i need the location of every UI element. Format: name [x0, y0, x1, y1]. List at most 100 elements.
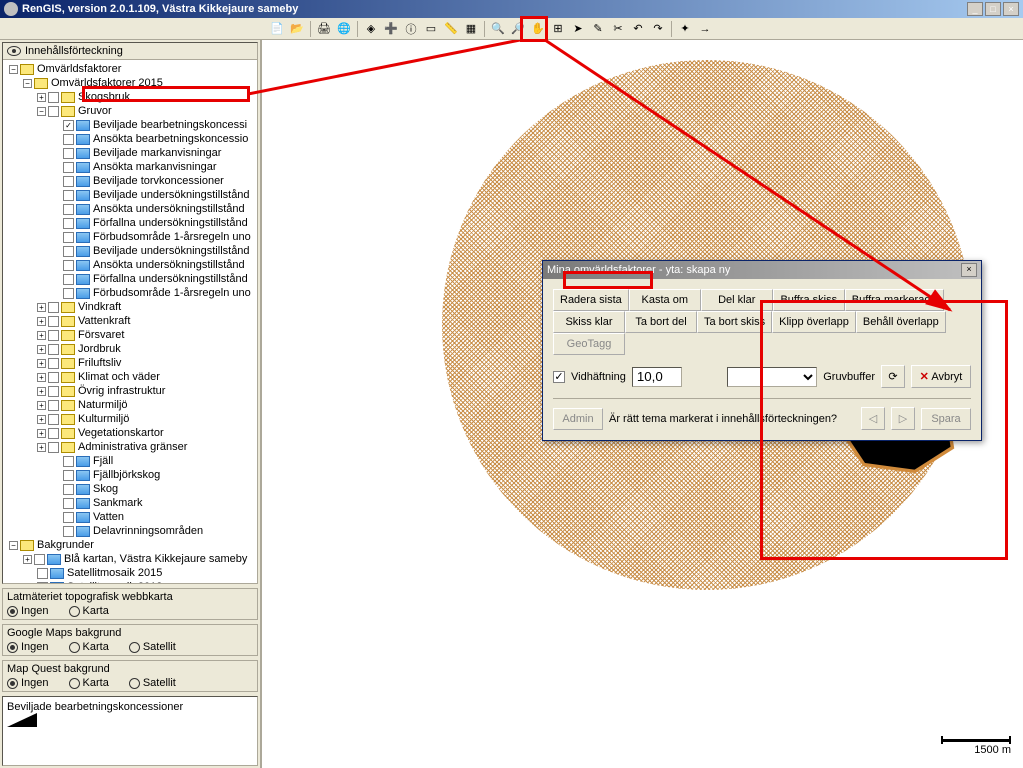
tree-label[interactable]: Delavrinningsområden	[93, 525, 203, 537]
tree-label[interactable]: Naturmiljö	[78, 399, 128, 411]
admin-button[interactable]: Admin	[553, 408, 603, 430]
avbryt-button[interactable]: ✕ Avbryt	[911, 365, 971, 388]
tool-draw-icon[interactable]: ✎	[589, 20, 607, 38]
tree-label[interactable]: Vattenkraft	[78, 315, 130, 327]
tool-measure-icon[interactable]: 📏	[442, 20, 460, 38]
expand-icon[interactable]: +	[37, 401, 46, 410]
tool-open-icon[interactable]: 📂	[288, 20, 306, 38]
tool-layer-icon[interactable]: ◈	[362, 20, 380, 38]
layer-tree[interactable]: −Omvärldsfaktorer −Omvärldsfaktorer 2015…	[3, 60, 257, 584]
tree-label[interactable]: Skog	[93, 483, 118, 495]
tree-label[interactable]: Beviljade bearbetningskoncessi	[93, 119, 247, 131]
tree-label[interactable]: Satellitmosaik 2015	[67, 567, 162, 579]
geotagg-button[interactable]: GeoTagg	[553, 333, 625, 355]
radio-karta[interactable]	[69, 678, 80, 689]
tool-undo-icon[interactable]: ↶	[629, 20, 647, 38]
tree-label[interactable]: Beviljade undersökningstillstånd	[93, 245, 250, 257]
checkbox[interactable]: ✓	[63, 120, 74, 131]
tree-label[interactable]: Omvärldsfaktorer 2015	[51, 77, 163, 89]
tree-label[interactable]: Övrig infrastruktur	[78, 385, 165, 397]
radio-satellit[interactable]	[129, 678, 140, 689]
checkbox[interactable]	[63, 134, 74, 145]
tree-label[interactable]: Satellitmosaik 2013	[67, 581, 162, 584]
checkbox[interactable]	[63, 246, 74, 257]
checkbox[interactable]	[63, 456, 74, 467]
tool-pan-icon[interactable]: ✋	[529, 20, 547, 38]
tool-zoomin-icon[interactable]: 🔍	[489, 20, 507, 38]
tree-label[interactable]: Förfallna undersökningstillstånd	[93, 217, 248, 229]
tree-label[interactable]: Beviljade torvkoncessioner	[93, 175, 224, 187]
radio-satellit[interactable]	[129, 642, 140, 653]
prev-button[interactable]: ◁	[861, 407, 885, 430]
checkbox[interactable]	[48, 386, 59, 397]
checkbox[interactable]	[63, 218, 74, 229]
tabortskiss-button[interactable]: Ta bort skiss	[697, 311, 772, 333]
expand-icon[interactable]: −	[23, 79, 32, 88]
checkbox[interactable]	[63, 484, 74, 495]
tree-label[interactable]: Beviljade undersökningstillstånd	[93, 189, 250, 201]
tree-label[interactable]: Blå kartan, Västra Kikkejaure sameby	[64, 553, 247, 565]
checkbox[interactable]	[48, 428, 59, 439]
expand-icon[interactable]: +	[37, 303, 46, 312]
minimize-button[interactable]: _	[967, 2, 983, 16]
buffer-select[interactable]	[727, 367, 817, 387]
checkbox[interactable]	[48, 106, 59, 117]
tree-label[interactable]: Friluftsliv	[78, 357, 121, 369]
tree-label[interactable]: Ansökta undersökningstillstånd	[93, 203, 245, 215]
radera-button[interactable]: Radera sista	[553, 289, 629, 311]
checkbox[interactable]	[63, 176, 74, 187]
delklar-button[interactable]: Del klar	[701, 289, 773, 311]
tree-label[interactable]: Fjällbjörkskog	[93, 469, 160, 481]
vidhaftning-checkbox[interactable]: ✓	[553, 371, 565, 383]
tool-extent-icon[interactable]: ⊞	[549, 20, 567, 38]
tool-new-icon[interactable]: 📄	[268, 20, 286, 38]
expand-icon[interactable]: +	[37, 345, 46, 354]
radio-ingen[interactable]	[7, 678, 18, 689]
buffraskiss-button[interactable]: Buffra skiss	[773, 289, 845, 311]
tree-label[interactable]: Vegetationskartor	[78, 427, 164, 439]
checkbox[interactable]	[48, 414, 59, 425]
tool-print-icon[interactable]: 🖨	[315, 20, 333, 38]
checkbox[interactable]	[63, 260, 74, 271]
checkbox[interactable]	[63, 526, 74, 537]
tree-label[interactable]: Klimat och väder	[78, 371, 160, 383]
close-button[interactable]: ×	[1003, 2, 1019, 16]
checkbox[interactable]	[48, 316, 59, 327]
checkbox[interactable]	[63, 232, 74, 243]
expand-icon[interactable]: −	[37, 107, 46, 116]
checkbox[interactable]	[63, 274, 74, 285]
checkbox[interactable]	[63, 148, 74, 159]
expand-icon[interactable]: +	[23, 555, 32, 564]
checkbox[interactable]	[37, 568, 48, 579]
checkbox[interactable]	[63, 512, 74, 523]
tree-label[interactable]: Kulturmiljö	[78, 413, 129, 425]
tool-select-icon[interactable]: ▭	[422, 20, 440, 38]
behall-button[interactable]: Behåll överlapp	[856, 311, 946, 333]
dialog-titlebar[interactable]: Mina omvärldsfaktorer - yta: skapa ny ×	[543, 261, 981, 279]
checkbox[interactable]	[48, 358, 59, 369]
expand-icon[interactable]: −	[9, 65, 18, 74]
tree-label[interactable]: Sankmark	[93, 497, 143, 509]
expand-icon[interactable]: +	[37, 415, 46, 424]
maximize-button[interactable]: □	[985, 2, 1001, 16]
klipp-button[interactable]: Klipp överlapp	[772, 311, 856, 333]
checkbox[interactable]	[63, 162, 74, 173]
expand-icon[interactable]: +	[37, 387, 46, 396]
tool-info-icon[interactable]: ⓘ	[402, 20, 420, 38]
tool-add-icon[interactable]: ➕	[382, 20, 400, 38]
tree-label[interactable]: Bakgrunder	[37, 539, 94, 551]
checkbox[interactable]	[48, 372, 59, 383]
checkbox[interactable]	[63, 498, 74, 509]
tree-label[interactable]: Förfallna undersökningstillstånd	[93, 273, 248, 285]
kasta-button[interactable]: Kasta om	[629, 289, 701, 311]
tool-arrow-icon[interactable]: →	[696, 20, 714, 38]
tool-redo-icon[interactable]: ↷	[649, 20, 667, 38]
tool-zoomout-icon[interactable]: 🔎	[509, 20, 527, 38]
radio-karta[interactable]	[69, 606, 80, 617]
checkbox[interactable]	[48, 330, 59, 341]
expand-icon[interactable]: +	[37, 93, 46, 102]
tree-label[interactable]: Vatten	[93, 511, 124, 523]
tree-label[interactable]: Beviljade markanvisningar	[93, 147, 221, 159]
spara-button[interactable]: Spara	[921, 408, 971, 430]
expand-icon[interactable]: +	[37, 373, 46, 382]
